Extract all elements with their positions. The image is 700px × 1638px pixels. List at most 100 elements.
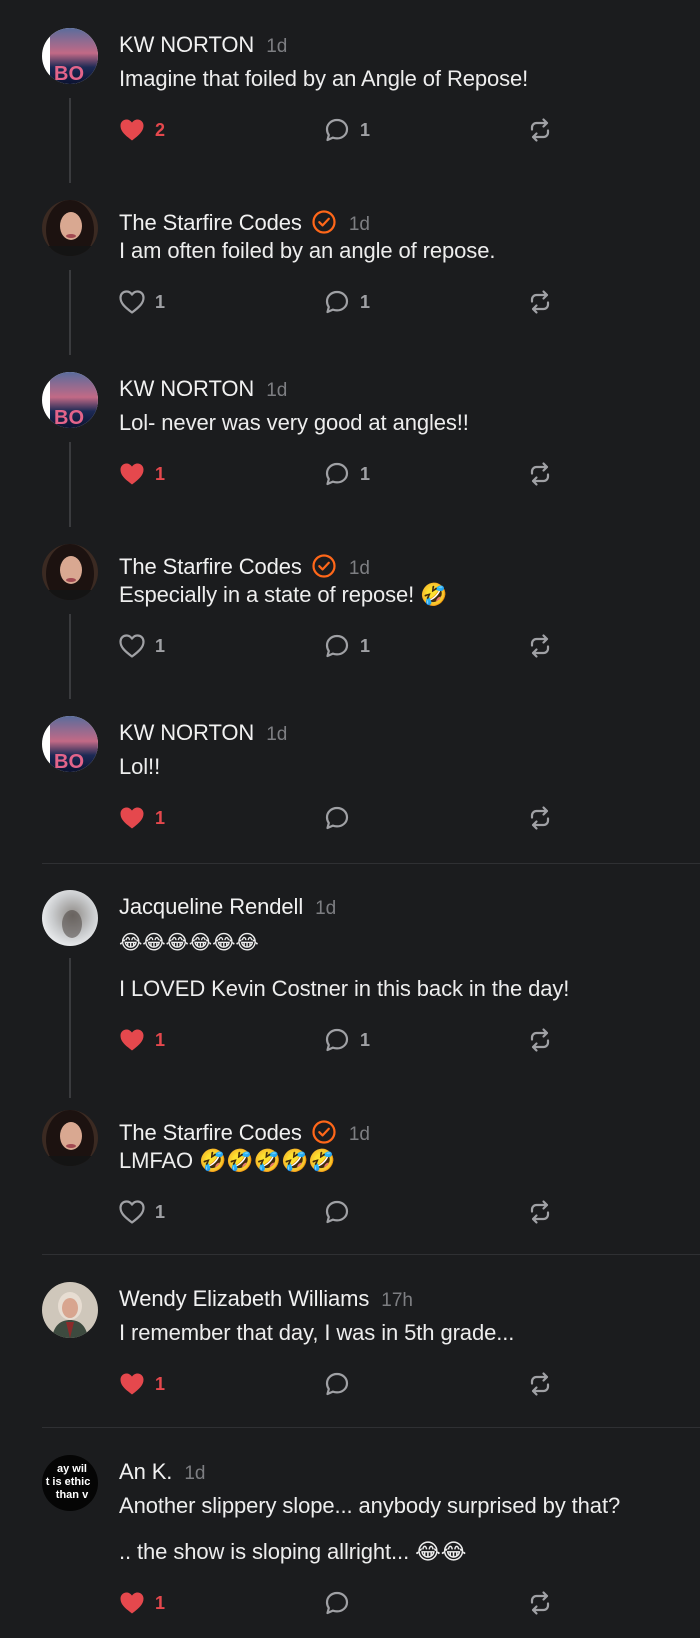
avatar[interactable] — [42, 890, 98, 946]
timestamp[interactable]: 1d — [349, 558, 370, 580]
restack-button[interactable] — [527, 803, 553, 833]
timestamp[interactable]: 1d — [184, 1463, 205, 1485]
author-name[interactable]: The Starfire Codes — [119, 554, 302, 580]
restack-icon — [530, 1200, 550, 1224]
like-count: 1 — [155, 1201, 166, 1222]
avatar[interactable]: BO — [42, 28, 98, 84]
speech-bubble-icon — [325, 806, 349, 830]
comment-actions: 1 1 — [119, 631, 559, 661]
author-name[interactable]: Wendy Elizabeth Williams — [119, 1286, 369, 1312]
avatar[interactable]: BO — [42, 372, 98, 428]
like-button[interactable]: 2 — [119, 115, 165, 145]
reply-button[interactable] — [324, 803, 350, 833]
restack-button[interactable] — [527, 287, 553, 317]
author-name[interactable]: The Starfire Codes — [119, 210, 302, 236]
heart-icon — [119, 1200, 145, 1224]
comment-actions: 1 1 — [119, 459, 559, 489]
starfire-avatar-icon — [42, 200, 98, 256]
author-name[interactable]: KW NORTON — [119, 720, 254, 746]
reply-count: 1 — [360, 1029, 371, 1050]
restack-icon — [530, 1372, 550, 1396]
speech-bubble-icon — [325, 634, 349, 658]
starfire-avatar-icon — [42, 1110, 98, 1166]
timestamp[interactable]: 1d — [266, 724, 287, 746]
restack-button[interactable] — [527, 1197, 553, 1227]
restack-icon — [530, 1591, 550, 1615]
like-count: 1 — [155, 1592, 166, 1613]
comment-text: I LOVED Kevin Costner in this back in th… — [119, 976, 570, 1001]
author-name[interactable]: KW NORTON — [119, 32, 254, 58]
heart-icon — [120, 119, 144, 141]
like-button[interactable]: 1 — [119, 287, 165, 317]
reply-button[interactable] — [324, 1588, 350, 1618]
author-name[interactable]: KW NORTON — [119, 376, 254, 402]
restack-icon — [530, 1028, 550, 1052]
reply-button[interactable]: 1 — [324, 1025, 370, 1055]
heart-icon — [120, 807, 144, 829]
comment-actions: 1 — [119, 1369, 559, 1399]
avatar[interactable] — [42, 1282, 98, 1338]
timestamp[interactable]: 1d — [315, 898, 336, 920]
like-button[interactable]: 1 — [119, 1588, 165, 1618]
reply-button[interactable]: 1 — [324, 115, 370, 145]
avatar[interactable] — [42, 200, 98, 256]
restack-button[interactable] — [527, 1588, 553, 1618]
timestamp[interactable]: 1d — [266, 380, 287, 402]
like-count: 1 — [155, 291, 166, 312]
heart-icon — [120, 1029, 144, 1051]
verified-badge-icon — [311, 1119, 337, 1145]
avatar[interactable]: ay wil t is ethic than v — [42, 1455, 98, 1511]
timestamp[interactable]: 1d — [266, 36, 287, 58]
like-button[interactable]: 1 — [119, 803, 165, 833]
restack-icon — [530, 462, 550, 486]
restack-icon — [530, 290, 550, 314]
author-name[interactable]: An K. — [119, 1459, 172, 1485]
avatar[interactable]: BO — [42, 716, 98, 772]
reply-button[interactable] — [324, 1369, 350, 1399]
like-count: 1 — [155, 635, 166, 656]
reply-button[interactable] — [324, 1197, 350, 1227]
speech-bubble-icon — [325, 1200, 349, 1224]
verified-badge-icon — [311, 209, 337, 235]
like-count: 1 — [155, 1029, 166, 1050]
avatar[interactable] — [42, 544, 98, 600]
comment-actions: 1 — [119, 803, 559, 833]
timestamp[interactable]: 1d — [349, 214, 370, 236]
reply-button[interactable]: 1 — [324, 459, 370, 489]
thread-line — [69, 614, 71, 699]
comment-actions: 1 1 — [119, 287, 559, 317]
speech-bubble-icon — [325, 118, 349, 142]
timestamp[interactable]: 17h — [381, 1290, 413, 1312]
wendy-avatar-icon — [42, 1282, 98, 1338]
comment-text: LMFAO 🤣🤣🤣🤣🤣 — [119, 1148, 336, 1173]
author-name[interactable]: The Starfire Codes — [119, 1120, 302, 1146]
comment-text: Another slippery slope... anybody surpri… — [119, 1493, 621, 1518]
restack-button[interactable] — [527, 115, 553, 145]
timestamp[interactable]: 1d — [349, 1124, 370, 1146]
separator — [42, 1427, 700, 1428]
comment-actions: 1 — [119, 1588, 559, 1618]
an-k-avatar-icon: ay wilt is ethicthan v — [42, 1455, 98, 1511]
restack-icon — [530, 634, 550, 658]
like-button[interactable]: 1 — [119, 1369, 165, 1399]
comment-text: Imagine that foiled by an Angle of Repos… — [119, 66, 529, 91]
comment-actions: 1 1 — [119, 1025, 559, 1055]
restack-button[interactable] — [527, 459, 553, 489]
comment-actions: 1 — [119, 1197, 559, 1227]
comment-text: I am often foiled by an angle of repose. — [119, 238, 496, 263]
speech-bubble-icon — [325, 1028, 349, 1052]
reply-button[interactable]: 1 — [324, 631, 370, 661]
restack-button[interactable] — [527, 1025, 553, 1055]
author-name[interactable]: Jacqueline Rendell — [119, 894, 303, 920]
like-button[interactable]: 1 — [119, 459, 165, 489]
like-button[interactable]: 1 — [119, 631, 165, 661]
avatar-text: ay wil — [57, 1463, 87, 1475]
like-button[interactable]: 1 — [119, 1025, 165, 1055]
avatar[interactable] — [42, 1110, 98, 1166]
heart-icon — [120, 1373, 144, 1395]
reply-button[interactable]: 1 — [324, 287, 370, 317]
reply-count: 1 — [360, 119, 371, 140]
restack-button[interactable] — [527, 1369, 553, 1399]
like-button[interactable]: 1 — [119, 1197, 165, 1227]
restack-button[interactable] — [527, 631, 553, 661]
